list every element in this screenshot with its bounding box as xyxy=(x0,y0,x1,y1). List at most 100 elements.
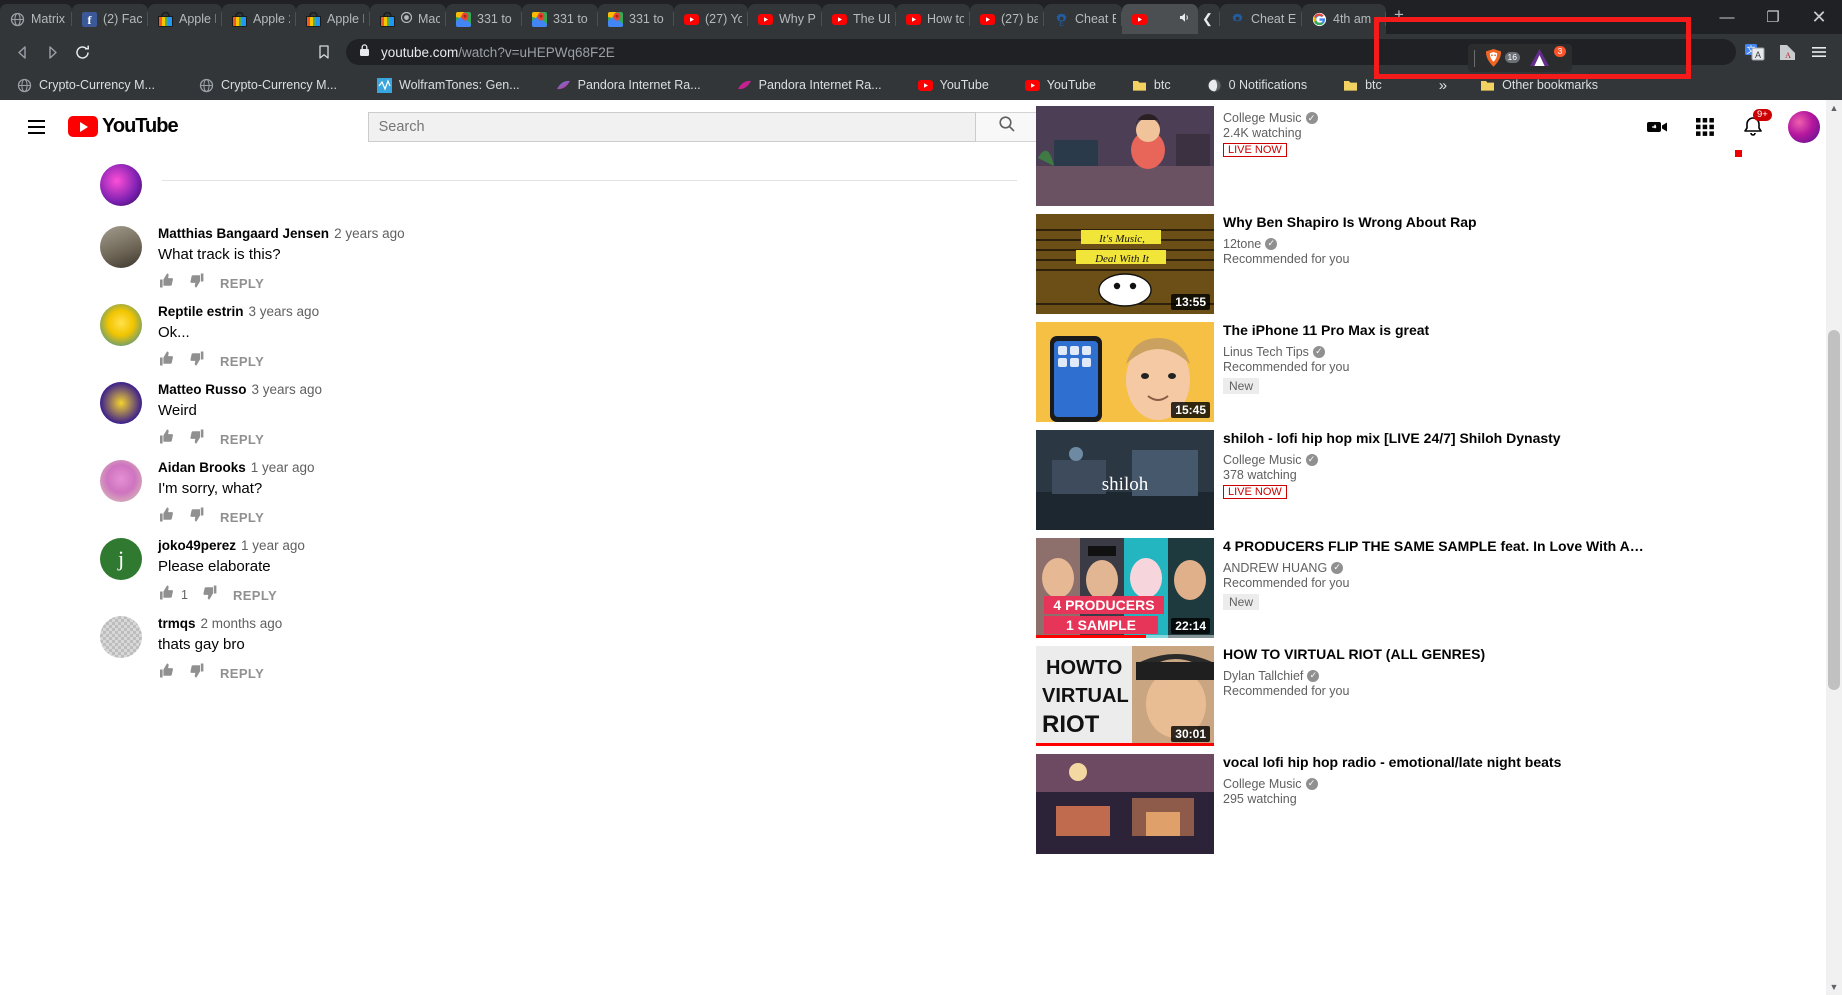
reload-button[interactable] xyxy=(68,38,96,66)
speaker-icon[interactable] xyxy=(1177,10,1192,28)
avatar[interactable] xyxy=(100,460,142,502)
browser-tab-active[interactable] xyxy=(1122,4,1198,34)
forward-button[interactable] xyxy=(38,38,66,66)
bookmark-item[interactable]: Pandora Internet Ra... xyxy=(730,75,889,96)
browser-menu-icon[interactable] xyxy=(1808,41,1830,63)
browser-tab[interactable]: Apple 2 xyxy=(222,4,296,34)
comment-author[interactable]: Matthias Bangaard Jensen xyxy=(158,226,329,241)
thumbs-down-icon[interactable] xyxy=(189,506,206,528)
video-camera-icon[interactable] xyxy=(1644,114,1670,140)
hamburger-menu-icon[interactable] xyxy=(16,107,56,147)
translate-icon[interactable]: 文A xyxy=(1744,41,1766,63)
sidebar-video[interactable]: shiloh shiloh - lofi hip hop mix [LIVE 2… xyxy=(1036,430,1644,530)
page-scrollbar[interactable]: ▲ ▼ xyxy=(1826,100,1842,995)
browser-tab[interactable]: ❮ xyxy=(1198,4,1220,34)
avatar[interactable] xyxy=(1788,111,1820,143)
avatar[interactable] xyxy=(100,304,142,346)
bookmark-item[interactable]: YouTube xyxy=(1018,75,1103,96)
video-title[interactable]: Why Ben Shapiro Is Wrong About Rap xyxy=(1223,214,1644,232)
search-button[interactable] xyxy=(976,112,1040,142)
reply-button[interactable]: REPLY xyxy=(220,354,264,369)
bookmark-folder[interactable]: btc xyxy=(1336,75,1389,96)
browser-tab[interactable]: f (2) Face xyxy=(72,4,148,34)
video-thumbnail[interactable]: 4 PRODUCERS1 SAMPLE 22:14 xyxy=(1036,538,1214,638)
video-channel[interactable]: College Music✓ xyxy=(1223,453,1644,467)
browser-tab[interactable]: Matrix xyxy=(0,4,72,34)
thumbs-up-icon[interactable] xyxy=(158,428,175,450)
bookmarks-overflow-button[interactable]: » xyxy=(1431,77,1455,94)
comment-author[interactable]: Reptile estrin xyxy=(158,304,244,319)
reply-button[interactable]: REPLY xyxy=(220,432,264,447)
browser-tab[interactable]: 331 to xyxy=(446,4,522,34)
video-thumbnail[interactable]: shiloh xyxy=(1036,430,1214,530)
browser-tab[interactable]: (27) You xyxy=(674,4,748,34)
browser-tab[interactable]: How to xyxy=(896,4,970,34)
thumbs-down-icon[interactable] xyxy=(189,662,206,684)
video-channel[interactable]: 12tone✓ xyxy=(1223,237,1644,251)
close-button[interactable]: ✕ xyxy=(1796,0,1842,34)
browser-tab[interactable]: 331 to xyxy=(598,4,674,34)
thumbs-up-icon[interactable] xyxy=(158,506,175,528)
adobe-pdf-icon[interactable]: A xyxy=(1776,41,1798,63)
thumbs-down-icon[interactable] xyxy=(202,584,219,606)
video-title[interactable]: HOW TO VIRTUAL RIOT (ALL GENRES) xyxy=(1223,646,1644,664)
bookmark-folder[interactable]: btc xyxy=(1125,75,1178,96)
browser-tab[interactable]: 331 to xyxy=(522,4,598,34)
bell-icon[interactable]: 9+ xyxy=(1740,114,1766,140)
browser-tab[interactable]: E Cheat E xyxy=(1044,4,1122,34)
search-input[interactable]: Search xyxy=(368,112,976,142)
sidebar-video[interactable]: vocal lofi hip hop radio - emotional/lat… xyxy=(1036,754,1644,854)
scroll-down-arrow[interactable]: ▼ xyxy=(1826,979,1842,995)
bookmark-item[interactable]: Crypto-Currency M... xyxy=(192,75,344,96)
thumbs-down-icon[interactable] xyxy=(189,272,206,294)
video-thumbnail[interactable]: HOWTOVIRTUALRIOT 30:01 xyxy=(1036,646,1214,746)
thumbs-up-icon[interactable] xyxy=(158,272,175,294)
sidebar-video[interactable]: HOWTOVIRTUALRIOT 30:01 HOW TO VIRTUAL RI… xyxy=(1036,646,1644,746)
video-title[interactable]: shiloh - lofi hip hop mix [LIVE 24/7] Sh… xyxy=(1223,430,1644,448)
thumbs-down-icon[interactable] xyxy=(189,428,206,450)
thumbs-down-icon[interactable] xyxy=(189,350,206,372)
video-thumbnail[interactable] xyxy=(1036,106,1214,206)
reply-button[interactable]: REPLY xyxy=(220,510,264,525)
video-title[interactable]: The iPhone 11 Pro Max is great xyxy=(1223,322,1644,340)
video-thumbnail[interactable] xyxy=(1036,754,1214,854)
avatar[interactable]: j xyxy=(100,538,142,580)
browser-tab[interactable]: (27) ba xyxy=(970,4,1044,34)
minimize-button[interactable]: — xyxy=(1704,0,1750,34)
sidebar-video[interactable]: College Music✓ 2.4K watching LIVE NOW xyxy=(1036,106,1644,206)
video-title[interactable]: vocal lofi hip hop radio - emotional/lat… xyxy=(1223,754,1644,772)
comment-author[interactable]: joko49perez xyxy=(158,538,236,553)
bookmark-item[interactable]: Crypto-Currency M... xyxy=(10,75,162,96)
sidebar-video[interactable]: 4 PRODUCERS1 SAMPLE 22:14 4 PRODUCERS FL… xyxy=(1036,538,1644,638)
browser-tab[interactable]: Why Pa xyxy=(748,4,822,34)
comment-author[interactable]: Aidan Brooks xyxy=(158,460,246,475)
video-channel[interactable]: Linus Tech Tips✓ xyxy=(1223,345,1644,359)
thumbs-up-icon[interactable] xyxy=(158,584,175,606)
avatar[interactable] xyxy=(100,226,142,268)
sidebar-video[interactable]: It's Music,Deal With It 13:55 Why Ben Sh… xyxy=(1036,214,1644,314)
browser-tab[interactable]: The UL xyxy=(822,4,896,34)
video-thumbnail[interactable]: 15:45 xyxy=(1036,322,1214,422)
reply-button[interactable]: REPLY xyxy=(220,276,264,291)
chevron-left-icon[interactable]: ❮ xyxy=(1202,11,1213,27)
video-channel[interactable]: ANDREW HUANG✓ xyxy=(1223,561,1644,575)
bookmark-item[interactable]: 0 Notifications xyxy=(1200,75,1315,96)
bookmark-item[interactable]: Pandora Internet Ra... xyxy=(549,75,708,96)
video-thumbnail[interactable]: It's Music,Deal With It 13:55 xyxy=(1036,214,1214,314)
new-tab-button[interactable]: + xyxy=(1386,5,1412,29)
bookmark-item[interactable]: YouTube xyxy=(911,75,996,96)
video-channel[interactable]: College Music✓ xyxy=(1223,777,1644,791)
avatar[interactable] xyxy=(100,164,142,206)
grid-apps-icon[interactable] xyxy=(1692,114,1718,140)
browser-tab[interactable]: Mac xyxy=(370,4,446,34)
sidebar-video[interactable]: 15:45 The iPhone 11 Pro Max is great Lin… xyxy=(1036,322,1644,422)
avatar[interactable] xyxy=(100,382,142,424)
reply-button[interactable]: REPLY xyxy=(220,666,264,681)
youtube-logo[interactable]: YouTube xyxy=(68,115,178,138)
comment-author[interactable]: trmqs xyxy=(158,616,196,631)
avatar[interactable] xyxy=(100,616,142,658)
video-channel[interactable]: Dylan Tallchief✓ xyxy=(1223,669,1644,683)
browser-tab[interactable]: Apple M xyxy=(148,4,222,34)
other-bookmarks-folder[interactable]: Other bookmarks xyxy=(1473,75,1605,96)
bookmark-item[interactable]: WolframTones: Gen... xyxy=(370,75,527,96)
